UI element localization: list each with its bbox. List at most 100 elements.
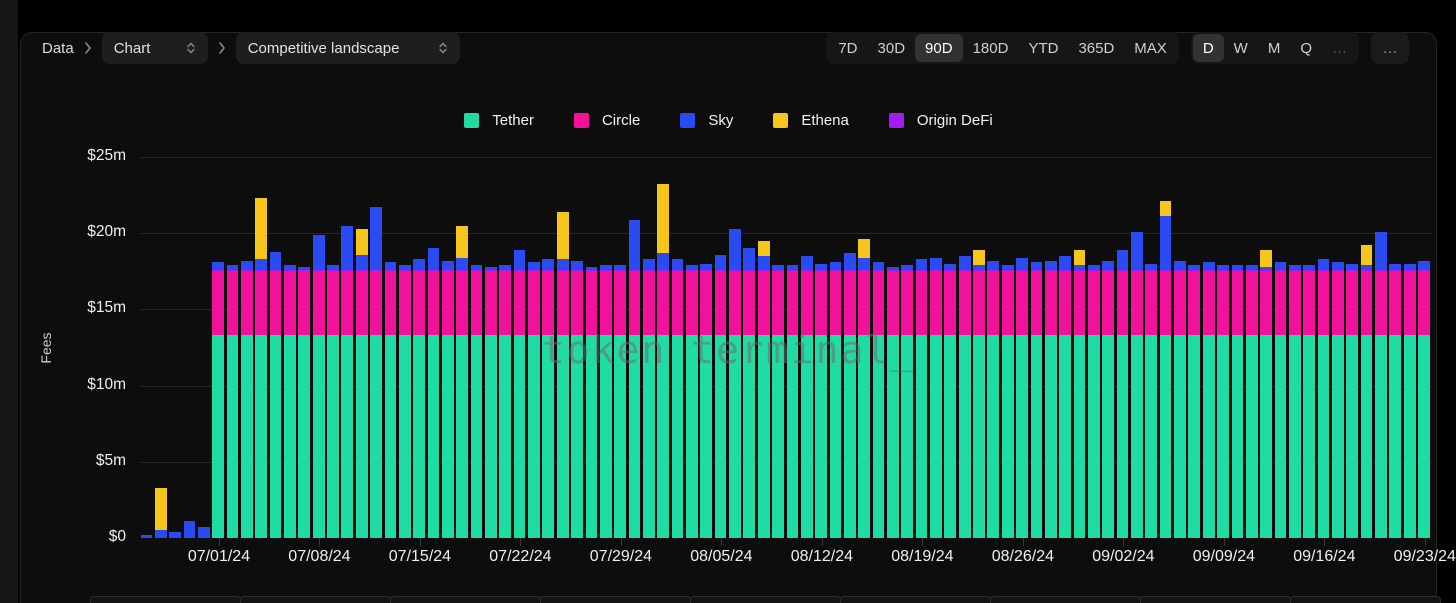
bar-07/06/24[interactable] xyxy=(284,265,296,538)
bar-08/11/24[interactable] xyxy=(800,256,813,538)
bar-08/08/24[interactable] xyxy=(757,240,770,538)
bar-08/26/24[interactable] xyxy=(1016,257,1028,538)
granularity-button-w[interactable]: W xyxy=(1224,34,1258,62)
bar-09/10/24[interactable] xyxy=(1231,265,1244,538)
bar-08/30/24[interactable] xyxy=(1073,250,1086,538)
view-dropdown[interactable]: Competitive landscape xyxy=(235,32,460,64)
bar-08/09/24[interactable] xyxy=(772,265,784,538)
bar-06/29/24[interactable] xyxy=(183,521,196,538)
bar-07/10/24[interactable] xyxy=(341,225,354,538)
bar-08/28/24[interactable] xyxy=(1044,260,1057,538)
bar-09/03/24[interactable] xyxy=(1131,231,1143,538)
bar-06/28/24[interactable] xyxy=(169,531,181,538)
bar-08/10/24[interactable] xyxy=(786,265,799,538)
legend-item-origin-defi[interactable]: Origin DeFi xyxy=(888,112,993,129)
breadcrumb-root[interactable]: Data xyxy=(42,40,74,57)
bar-09/15/24[interactable] xyxy=(1303,265,1316,538)
range-button-180d[interactable]: 180D xyxy=(963,34,1019,62)
bar-09/09/24[interactable] xyxy=(1217,265,1229,538)
bar-07/09/24[interactable] xyxy=(327,265,339,538)
bar-07/11/24[interactable] xyxy=(355,228,368,538)
bar-09/13/24[interactable] xyxy=(1274,262,1287,538)
bar-08/23/24[interactable] xyxy=(973,250,985,538)
more-options-button[interactable]: … xyxy=(1371,32,1409,64)
legend-item-circle[interactable]: Circle xyxy=(573,112,640,129)
bar-07/01/24[interactable] xyxy=(212,262,225,538)
bar-07/12/24[interactable] xyxy=(370,207,382,538)
legend-item-tether[interactable]: Tether xyxy=(464,112,534,129)
bar-08/16/24[interactable] xyxy=(872,262,885,538)
bar-08/29/24[interactable] xyxy=(1059,256,1071,538)
bar-08/27/24[interactable] xyxy=(1030,262,1043,538)
bar-08/25/24[interactable] xyxy=(1001,265,1014,538)
range-button-30d[interactable]: 30D xyxy=(868,34,916,62)
range-button-ytd[interactable]: YTD xyxy=(1018,34,1068,62)
bar-09/06/24[interactable] xyxy=(1174,260,1186,538)
range-button-90d[interactable]: 90D xyxy=(915,34,963,62)
bar-09/16/24[interactable] xyxy=(1317,259,1330,538)
bar-07/20/24[interactable] xyxy=(485,266,497,538)
bar-08/03/24[interactable] xyxy=(686,265,698,538)
bar-09/18/24[interactable] xyxy=(1346,263,1359,538)
bar-09/05/24[interactable] xyxy=(1159,201,1172,538)
bar-07/18/24[interactable] xyxy=(456,225,469,538)
bar-07/31/24[interactable] xyxy=(642,259,655,538)
bar-07/08/24[interactable] xyxy=(312,234,325,538)
legend-item-sky[interactable]: Sky xyxy=(680,112,733,129)
bar-08/02/24[interactable] xyxy=(671,259,684,538)
bar-06/26/24[interactable] xyxy=(140,534,153,538)
legend-item-ethena[interactable]: Ethena xyxy=(773,112,849,129)
bar-07/28/24[interactable] xyxy=(599,265,612,538)
bar-07/26/24[interactable] xyxy=(571,260,583,538)
bar-07/14/24[interactable] xyxy=(398,265,411,538)
bar-07/16/24[interactable] xyxy=(427,248,440,538)
bar-07/24/24[interactable] xyxy=(542,259,555,538)
bar-07/27/24[interactable] xyxy=(585,266,598,538)
bar-08/15/24[interactable] xyxy=(858,239,871,538)
bar-07/03/24[interactable] xyxy=(240,260,253,538)
chart-type-dropdown[interactable]: Chart xyxy=(101,32,208,64)
bar-09/04/24[interactable] xyxy=(1145,263,1158,538)
bar-08/18/24[interactable] xyxy=(901,265,914,538)
granularity-button-q[interactable]: Q xyxy=(1290,34,1322,62)
bar-07/13/24[interactable] xyxy=(384,262,397,538)
range-button-7d[interactable]: 7D xyxy=(828,34,867,62)
bar-07/05/24[interactable] xyxy=(269,251,282,538)
range-button-365d[interactable]: 365D xyxy=(1068,34,1124,62)
bar-09/07/24[interactable] xyxy=(1188,265,1201,538)
bar-09/19/24[interactable] xyxy=(1360,245,1373,538)
bar-09/20/24[interactable] xyxy=(1375,231,1387,538)
bar-07/04/24[interactable] xyxy=(255,198,268,538)
granularity-button-m[interactable]: M xyxy=(1258,34,1291,62)
bar-07/22/24[interactable] xyxy=(513,250,526,538)
bar-09/21/24[interactable] xyxy=(1389,263,1402,538)
bar-08/14/24[interactable] xyxy=(843,253,856,538)
bar-09/08/24[interactable] xyxy=(1202,262,1215,538)
bar-08/07/24[interactable] xyxy=(743,248,756,538)
bar-08/17/24[interactable] xyxy=(886,266,899,538)
bar-08/20/24[interactable] xyxy=(930,257,942,538)
bar-08/04/24[interactable] xyxy=(700,263,713,538)
bar-08/31/24[interactable] xyxy=(1087,265,1100,538)
range-button-max[interactable]: MAX xyxy=(1124,34,1177,62)
bar-08/24/24[interactable] xyxy=(987,260,1000,538)
bar-07/15/24[interactable] xyxy=(413,259,425,538)
bar-09/23/24[interactable] xyxy=(1418,260,1430,538)
bar-08/01/24[interactable] xyxy=(657,184,670,538)
bar-09/17/24[interactable] xyxy=(1332,262,1344,538)
bar-09/01/24[interactable] xyxy=(1102,260,1115,538)
bar-08/22/24[interactable] xyxy=(958,256,971,538)
bar-07/23/24[interactable] xyxy=(528,262,540,538)
bar-08/05/24[interactable] xyxy=(714,254,727,538)
bar-07/29/24[interactable] xyxy=(614,265,626,538)
bar-09/02/24[interactable] xyxy=(1116,250,1129,538)
bar-08/13/24[interactable] xyxy=(829,262,842,538)
bar-09/12/24[interactable] xyxy=(1260,250,1272,538)
bar-09/14/24[interactable] xyxy=(1288,265,1301,538)
granularity-button-more[interactable]: … xyxy=(1322,34,1357,62)
bar-07/25/24[interactable] xyxy=(556,211,569,538)
bar-07/02/24[interactable] xyxy=(226,265,239,538)
bar-09/11/24[interactable] xyxy=(1245,265,1258,538)
bar-08/19/24[interactable] xyxy=(915,259,928,538)
bar-07/19/24[interactable] xyxy=(470,265,483,538)
